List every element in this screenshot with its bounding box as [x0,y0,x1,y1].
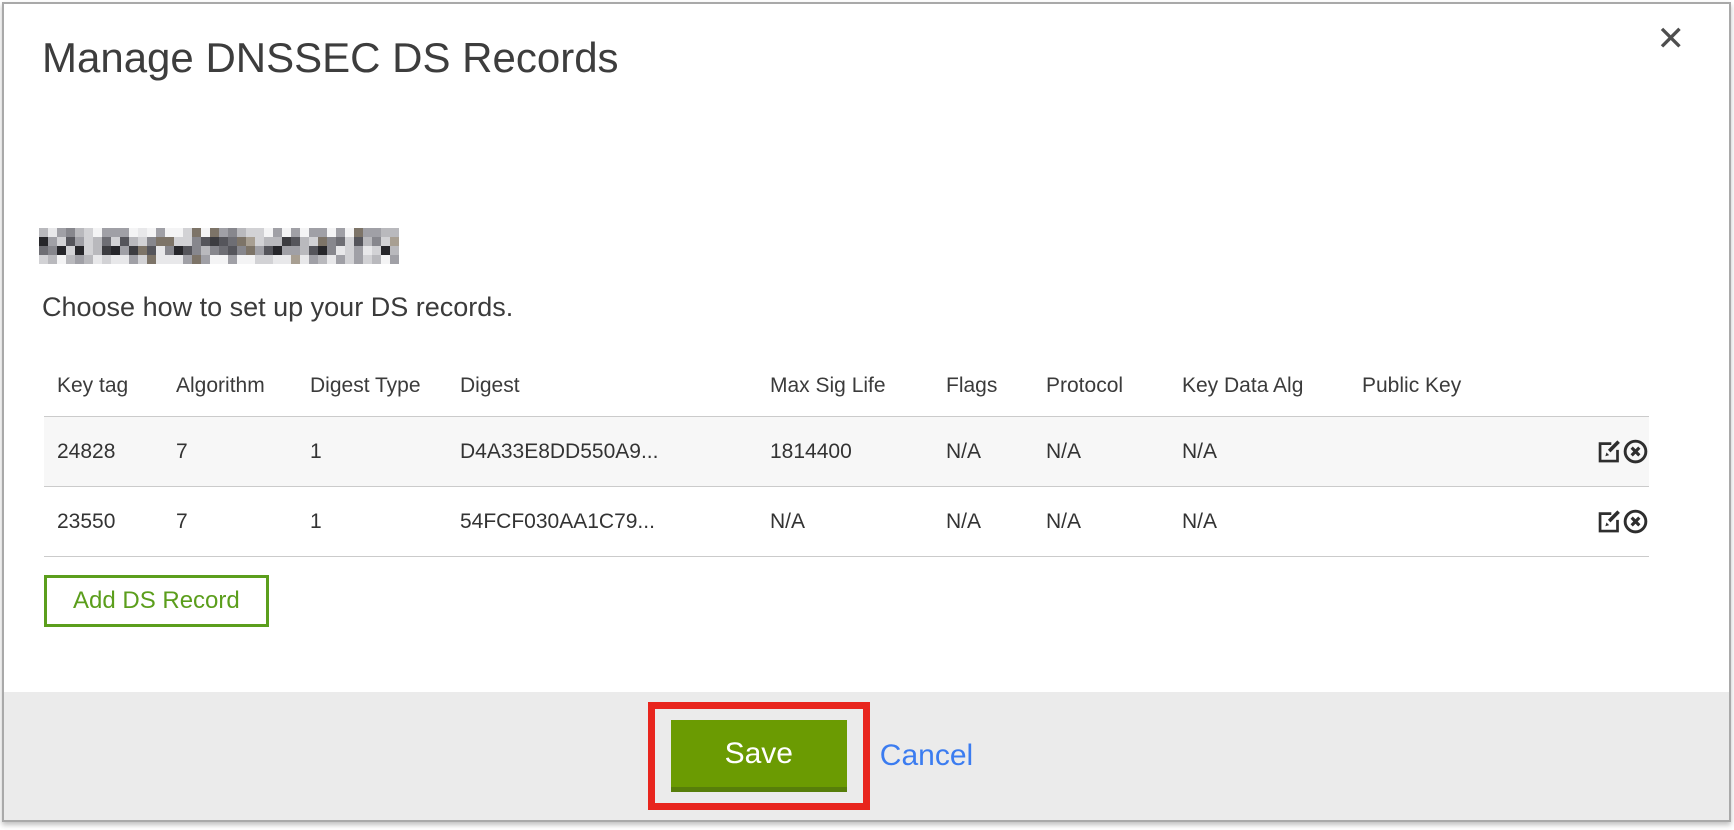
col-header-algorithm: Algorithm [163,364,297,417]
col-header-key-data-alg: Key Data Alg [1169,364,1349,417]
col-header-flags: Flags [933,364,1033,417]
cell-public-key [1349,487,1574,557]
col-header-digest: Digest [447,364,757,417]
table-header-row: Key tag Algorithm Digest Type Digest Max… [44,364,1649,417]
cell-key-data-alg: N/A [1169,417,1349,487]
col-header-protocol: Protocol [1033,364,1169,417]
edit-record-icon[interactable] [1595,508,1622,535]
col-header-actions [1574,364,1649,417]
table-row: 24828 7 1 D4A33E8DD550A9... 1814400 N/A … [44,417,1649,487]
delete-record-icon[interactable] [1622,438,1649,465]
ds-records-table: Key tag Algorithm Digest Type Digest Max… [44,364,1649,557]
page-title: Manage DNSSEC DS Records [42,34,619,82]
col-header-digest-type: Digest Type [297,364,447,417]
table-row: 23550 7 1 54FCF030AA1C79... N/A N/A N/A … [44,487,1649,557]
cell-digest: D4A33E8DD550A9... [447,417,757,487]
cell-protocol: N/A [1033,417,1169,487]
cell-public-key [1349,417,1574,487]
domain-name-redacted [39,228,399,264]
close-icon[interactable]: ✕ [1657,22,1686,56]
annotation-highlight-box: Save [648,702,870,810]
dialog-footer: Save Cancel [4,692,1729,820]
cell-digest-type: 1 [297,487,447,557]
cell-protocol: N/A [1033,487,1169,557]
cell-key-tag: 23550 [44,487,163,557]
cell-max-sig-life: N/A [757,487,933,557]
cell-algorithm: 7 [163,417,297,487]
save-button[interactable]: Save [671,720,847,792]
edit-record-icon[interactable] [1595,438,1622,465]
add-ds-record-button[interactable]: Add DS Record [44,575,269,627]
delete-record-icon[interactable] [1622,508,1649,535]
col-header-max-sig-life: Max Sig Life [757,364,933,417]
col-header-public-key: Public Key [1349,364,1574,417]
cell-algorithm: 7 [163,487,297,557]
col-header-key-tag: Key tag [44,364,163,417]
cell-key-tag: 24828 [44,417,163,487]
dnssec-ds-records-dialog: Manage DNSSEC DS Records ✕ Choose how to… [2,2,1731,822]
cell-key-data-alg: N/A [1169,487,1349,557]
cell-flags: N/A [933,417,1033,487]
cell-digest: 54FCF030AA1C79... [447,487,757,557]
intro-text: Choose how to set up your DS records. [42,292,513,323]
cell-max-sig-life: 1814400 [757,417,933,487]
cell-flags: N/A [933,487,1033,557]
cancel-link[interactable]: Cancel [880,739,973,773]
cell-digest-type: 1 [297,417,447,487]
